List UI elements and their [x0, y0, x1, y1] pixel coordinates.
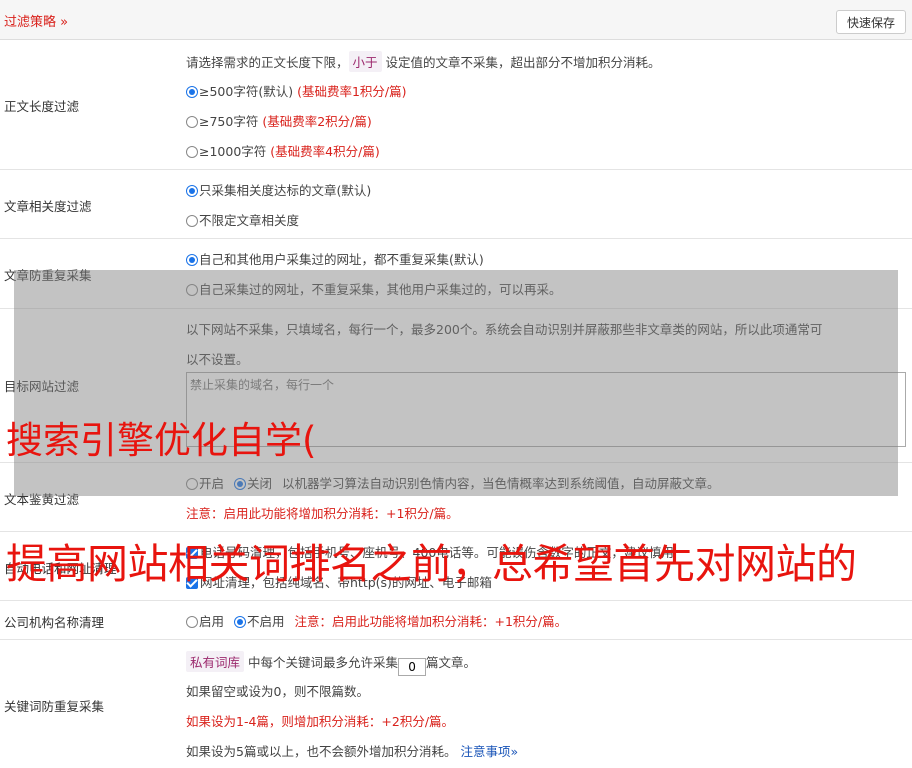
keyword-dup-row: 关键词防重复采集 私有词库 中每个关键词最多允许采集 篇文章。 如果留空或设为0，…: [0, 640, 912, 768]
length-option-500[interactable]: ≥500字符(默认) (基础费率1积分/篇): [186, 81, 407, 100]
relevance-option-1[interactable]: 只采集相关度达标的文章(默认): [186, 180, 371, 199]
desc-text: 请选择需求的正文长度下限，: [186, 55, 349, 70]
option-text: 不启用: [247, 614, 285, 629]
radio[interactable]: [186, 215, 198, 227]
option-note: (基础费率2积分/篇): [262, 114, 372, 129]
option-text: ≥500字符(默认): [199, 84, 294, 99]
radio[interactable]: [186, 116, 198, 128]
relevance-row: 文章相关度过滤 只采集相关度达标的文章(默认) 不限定文章相关度: [0, 170, 912, 239]
org-clean-note: 注意：启用此功能将增加积分消耗：+1积分/篇。: [294, 614, 568, 629]
radio-disable-selected[interactable]: [234, 616, 246, 628]
option-text: ≥1000字符: [199, 144, 267, 159]
radio-selected[interactable]: [186, 185, 198, 197]
option-text: 自己和其他用户采集过的网址，都不重复采集(默认): [199, 252, 484, 267]
keyword-limit-text: 篇文章。: [426, 655, 477, 670]
option-note: (基础费率1积分/篇): [297, 84, 407, 99]
org-clean-label: 公司机构名称清理: [4, 615, 105, 630]
private-lexicon-tag[interactable]: 私有词库: [186, 651, 245, 672]
option-text: ≥750字符: [199, 114, 259, 129]
top-bar: 过滤策略 » 快速保存: [0, 0, 912, 40]
radio-selected[interactable]: [186, 86, 198, 98]
keyword-note-1: 如果留空或设为0，则不限篇数。: [186, 684, 369, 699]
option-text: 启用: [199, 614, 225, 629]
radio[interactable]: [186, 146, 198, 158]
watermark-text-1: 搜索引擎优化自学(: [6, 419, 317, 462]
keyword-note-2: 如果设为1-4篇，则增加积分消耗：+2积分/篇。: [186, 714, 455, 729]
desc-text: 设定值的文章不采集，超出部分不增加积分消耗。: [385, 55, 661, 70]
quick-save-button[interactable]: 快速保存: [836, 10, 906, 34]
keyword-limit-input[interactable]: [398, 658, 427, 676]
keyword-limit-text: 中每个关键词最多允许采集: [248, 655, 399, 670]
section-title[interactable]: 过滤策略 »: [4, 11, 68, 30]
relevance-option-2[interactable]: 不限定文章相关度: [186, 210, 299, 229]
option-text: 只采集相关度达标的文章(默认): [199, 183, 372, 198]
length-filter-row: 正文长度过滤 请选择需求的正文长度下限， 小于 设定值的文章不采集，超出部分不增加…: [0, 40, 912, 170]
less-than-tag: 小于: [348, 51, 382, 72]
option-note: (基础费率4积分/篇): [270, 144, 380, 159]
length-filter-label: 正文长度过滤: [4, 99, 80, 114]
radio-enable[interactable]: [186, 616, 198, 628]
length-option-1000[interactable]: ≥1000字符 (基础费率4积分/篇): [186, 141, 380, 160]
org-clean-row: 公司机构名称清理 启用 不启用 注意：启用此功能将增加积分消耗：+1积分/篇。: [0, 601, 912, 640]
notice-link[interactable]: 注意事项»: [460, 744, 518, 759]
keyword-note-text: 如果设为5篇或以上，也不会额外增加积分消耗。: [186, 744, 457, 759]
radio-selected[interactable]: [186, 254, 198, 266]
option-text: 不限定文章相关度: [199, 213, 300, 228]
porn-filter-note: 注意：启用此功能将增加积分消耗：+1积分/篇。: [186, 506, 459, 521]
keyword-dup-label: 关键词防重复采集: [4, 699, 105, 714]
relevance-label: 文章相关度过滤: [4, 199, 92, 214]
keyword-note-3: 如果设为5篇或以上，也不会额外增加积分消耗。 注意事项»: [186, 741, 518, 760]
dup-option-1[interactable]: 自己和其他用户采集过的网址，都不重复采集(默认): [186, 249, 484, 268]
length-option-750[interactable]: ≥750字符 (基础费率2积分/篇): [186, 111, 372, 130]
watermark-text-2: 提高网站相关词排名之前，总希望首先对网站的: [6, 540, 857, 588]
org-clean-options: 启用 不启用 注意：启用此功能将增加积分消耗：+1积分/篇。: [186, 611, 567, 630]
keyword-limit-line: 私有词库 中每个关键词最多允许采集 篇文章。: [186, 651, 476, 676]
length-filter-desc: 请选择需求的正文长度下限， 小于 设定值的文章不采集，超出部分不增加积分消耗。: [186, 51, 661, 72]
